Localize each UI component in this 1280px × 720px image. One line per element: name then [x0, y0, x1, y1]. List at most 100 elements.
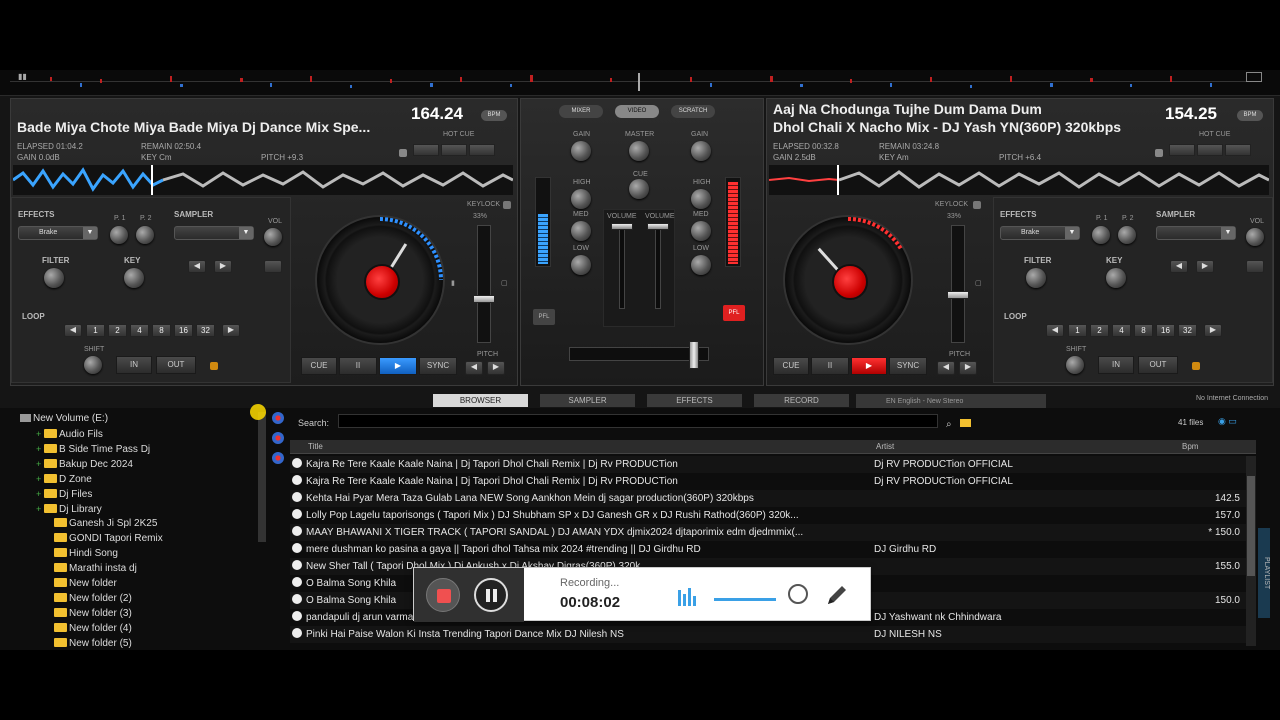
loop-32-button[interactable]: 32	[196, 324, 215, 337]
expand-icon[interactable]: +	[36, 472, 44, 486]
loop-half-button[interactable]: ◀	[64, 324, 82, 337]
tab-scratch[interactable]: SCRATCH	[671, 105, 715, 118]
low-left-knob[interactable]	[571, 255, 591, 275]
cue-mix-knob[interactable]	[629, 179, 649, 199]
hotcue-1-button[interactable]	[413, 144, 439, 156]
expand-icon[interactable]: +	[36, 457, 44, 471]
volume-right-handle[interactable]	[647, 223, 669, 230]
loop-2-button[interactable]: 2	[1090, 324, 1109, 337]
pen-icon[interactable]	[824, 582, 850, 608]
loop-8-button[interactable]: 8	[152, 324, 171, 337]
tree-item[interactable]: New Volume (E:)	[20, 412, 108, 426]
lock-icon[interactable]	[210, 362, 218, 370]
loop-out-button[interactable]: OUT	[156, 356, 196, 374]
loop-double-button[interactable]: ▶	[222, 324, 240, 337]
search-icon[interactable]: ⌕	[946, 419, 952, 430]
sync-button[interactable]: SYNC	[419, 357, 457, 375]
tree-item[interactable]: GONDI Tapori Remix	[54, 532, 163, 546]
effect-p1-knob[interactable]	[1092, 226, 1110, 244]
deck-left-bpm-tag[interactable]: BPM	[481, 110, 507, 121]
pause-record-button[interactable]	[474, 578, 508, 612]
hotcue-2-button[interactable]	[441, 144, 467, 156]
sync-button[interactable]: SYNC	[889, 357, 927, 375]
tree-item[interactable]: Marathi insta dj	[54, 562, 137, 576]
pfl-left-button[interactable]: PFL	[533, 309, 555, 325]
expand-icon[interactable]: +	[36, 487, 44, 501]
tree-item[interactable]: New folder	[54, 577, 117, 591]
pitch-down-button[interactable]: ◀	[937, 361, 955, 375]
pitch-reset-icon[interactable]: ▢	[501, 279, 508, 287]
tree-item[interactable]: + D Zone	[36, 472, 92, 486]
tree-item[interactable]: + Audio Fils	[36, 427, 103, 441]
sampler-select[interactable]: ▼	[1156, 226, 1236, 240]
loop-out-button[interactable]: OUT	[1138, 356, 1178, 374]
effect-select[interactable]: Brake ▼	[18, 226, 98, 240]
tree-item[interactable]: New folder (5)	[54, 637, 132, 648]
column-bpm[interactable]: Bpm	[1182, 442, 1198, 451]
key-knob[interactable]	[1106, 268, 1126, 288]
high-right-knob[interactable]	[691, 189, 711, 209]
volume-left-track[interactable]	[619, 227, 625, 309]
audio-level-icon[interactable]	[678, 586, 696, 606]
effect-p1-knob[interactable]	[110, 226, 128, 244]
column-title[interactable]: Title	[308, 442, 323, 451]
folder-icon[interactable]	[960, 419, 972, 427]
gain-right-knob[interactable]	[691, 141, 711, 161]
sampler-rec-button[interactable]	[1246, 260, 1264, 273]
pitch-up-button[interactable]: ▶	[959, 361, 977, 375]
cue-button[interactable]: CUE	[773, 357, 809, 375]
tab-sampler[interactable]: SAMPLER	[540, 394, 635, 407]
filter-icon[interactable]	[272, 412, 284, 424]
favorites-icon[interactable]	[272, 452, 284, 464]
scrollbar-thumb[interactable]	[1247, 476, 1255, 576]
hotcue-3-button[interactable]	[1225, 144, 1251, 156]
crossfader-handle[interactable]	[689, 341, 699, 369]
tab-record[interactable]: RECORD	[754, 394, 849, 407]
loop-16-button[interactable]: 16	[1156, 324, 1175, 337]
cue-button[interactable]: CUE	[301, 357, 337, 375]
gain-left-knob[interactable]	[571, 141, 591, 161]
loop-1-button[interactable]: 1	[1068, 324, 1087, 337]
table-scrollbar[interactable]	[1246, 456, 1256, 646]
play-button[interactable]: ▶	[379, 357, 417, 375]
deck-right-waveform[interactable]	[769, 165, 1269, 195]
volume-right-track[interactable]	[655, 227, 661, 309]
keylock-lock-icon[interactable]	[973, 201, 981, 209]
tree-item[interactable]: + B Side Time Pass Dj	[36, 442, 150, 456]
table-row[interactable]: Kajra Re Tere Kaale Kaale Naina | Dj Tap…	[290, 473, 1256, 490]
hotcue-2-button[interactable]	[1197, 144, 1223, 156]
loop-2-button[interactable]: 2	[108, 324, 127, 337]
med-left-knob[interactable]	[571, 221, 591, 241]
tree-item[interactable]: + Dj Library	[36, 502, 102, 516]
low-right-knob[interactable]	[691, 255, 711, 275]
tree-item[interactable]: Ganesh Ji Spl 2K25	[54, 517, 157, 531]
webcam-icon[interactable]	[788, 584, 808, 604]
loop-4-button[interactable]: 4	[1112, 324, 1131, 337]
loop-1-button[interactable]: 1	[86, 324, 105, 337]
shift-knob[interactable]	[84, 356, 102, 374]
table-row[interactable]: Pinki Hai Paise Walon Ki Insta Trending …	[290, 626, 1256, 643]
deck-left-lock-icon[interactable]	[399, 149, 407, 157]
tab-effects[interactable]: EFFECTS	[647, 394, 742, 407]
deck-right-jog-wheel[interactable]	[783, 215, 913, 345]
deck-left-waveform[interactable]	[13, 165, 513, 195]
lock-icon[interactable]	[1192, 362, 1200, 370]
med-right-knob[interactable]	[691, 221, 711, 241]
view-options-icon[interactable]: ◉ ▭	[1218, 416, 1246, 426]
search-input[interactable]	[338, 414, 938, 428]
keylock-lock-icon[interactable]	[503, 201, 511, 209]
shift-knob[interactable]	[1066, 356, 1084, 374]
tree-item[interactable]: + Bakup Dec 2024	[36, 457, 133, 471]
expand-icon[interactable]: +	[36, 502, 44, 516]
tree-scrollbar[interactable]	[258, 412, 266, 542]
pitch-down-button[interactable]: ◀	[465, 361, 483, 375]
expand-icon[interactable]: +	[36, 427, 44, 441]
volume-slider[interactable]	[714, 598, 776, 601]
sampler-vol-knob[interactable]	[264, 228, 282, 246]
high-left-knob[interactable]	[571, 189, 591, 209]
pitch-up-button[interactable]: ▶	[487, 361, 505, 375]
hotcue-1-button[interactable]	[1169, 144, 1195, 156]
column-artist[interactable]: Artist	[876, 442, 894, 451]
sampler-prev-button[interactable]: ◀	[188, 260, 206, 273]
master-knob[interactable]	[629, 141, 649, 161]
